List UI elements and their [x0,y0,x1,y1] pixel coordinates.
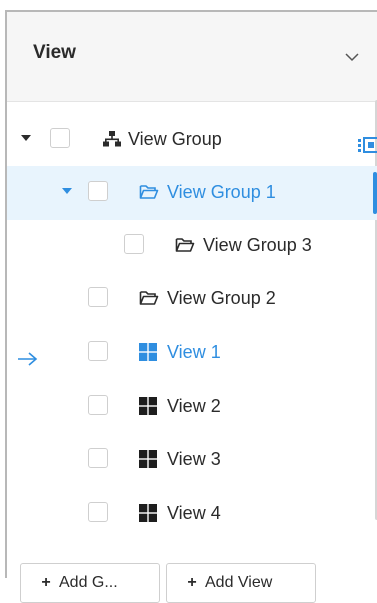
grid-view-icon [139,504,157,522]
chevron-down-icon[interactable] [342,47,362,67]
tree-row-view-1[interactable]: View 1 [7,326,377,380]
folder-open-icon [139,291,159,305]
grid-view-icon [139,397,157,415]
tree-row-view-group[interactable]: View Group [7,113,377,167]
row-checkbox[interactable] [50,128,70,148]
tree-row-label: View Group 1 [167,182,276,202]
add-group-label: Add G... [59,574,118,591]
tree-row-label: View Group [128,129,222,149]
grid-view-icon [139,343,157,361]
tree-row-label: View 2 [167,396,221,416]
plus-icon: + [187,574,197,591]
tree-row-view-group-3[interactable]: View Group 3 [7,219,377,273]
row-checkbox[interactable] [88,395,108,415]
row-checkbox[interactable] [88,341,108,361]
row-checkbox[interactable] [124,234,144,254]
view-panel: View View Group View Group 1 View Group … [5,10,377,578]
tree-row-label: View 4 [167,503,221,523]
plus-icon: + [41,574,51,591]
row-checkbox[interactable] [88,287,108,307]
add-view-label: Add View [205,574,273,591]
panel-title: View [33,42,76,63]
tree-row-label: View 3 [167,449,221,469]
row-checkbox[interactable] [88,502,108,522]
folder-open-icon [139,185,159,199]
tree-row-label: View Group 3 [203,235,312,255]
tree-row-view-group-2[interactable]: View Group 2 [7,272,377,326]
add-group-button[interactable]: + Add G... [20,563,160,603]
row-checkbox[interactable] [88,448,108,468]
expand-caret-icon[interactable] [21,135,31,141]
selection-indicator [373,172,377,214]
tree-row-view-group-1[interactable]: View Group 1 [7,166,377,220]
grid-view-icon [139,450,157,468]
tree-row-view-3[interactable]: View 3 [7,433,377,487]
add-view-button[interactable]: + Add View [166,563,316,603]
tree-row-view-4[interactable]: View 4 [7,487,377,541]
org-tree-icon [103,131,121,147]
folder-open-icon [175,238,195,252]
expand-caret-icon[interactable] [62,188,72,194]
window-top-strip [0,0,377,10]
tree-row-view-2[interactable]: View 2 [7,380,377,434]
tree-row-label: View 1 [167,342,221,362]
panel-header[interactable]: View [7,12,377,102]
row-checkbox[interactable] [88,181,108,201]
tree-row-label: View Group 2 [167,288,276,308]
